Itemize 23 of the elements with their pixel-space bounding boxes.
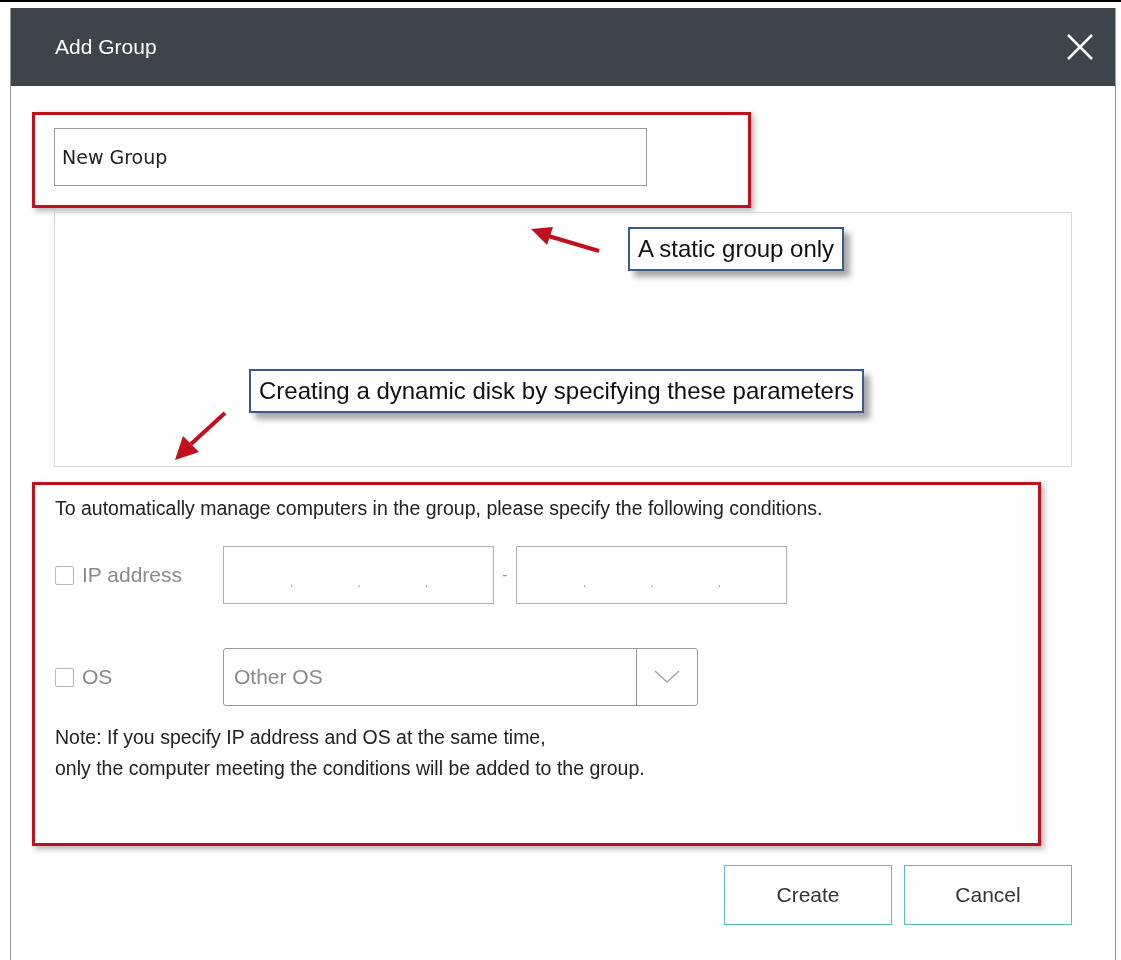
callout-note: Creating a dynamic disk by specifying these parameters (249, 369, 864, 413)
close-icon (1065, 32, 1095, 62)
octet-separator: . (290, 577, 294, 589)
cancel-button[interactable]: Cancel (904, 865, 1072, 925)
octet-separator: . (424, 577, 429, 589)
octet-separator: . (717, 577, 722, 589)
octet-separator: . (357, 577, 361, 589)
octet-separator: . (583, 577, 587, 589)
octet-separator: . (650, 577, 654, 589)
range-separator: - (501, 566, 509, 584)
note-text: Note: If you specify IP address and OS at the same time, (55, 725, 547, 750)
chevron-down-icon (654, 670, 680, 684)
window-title: Add Group (55, 35, 157, 59)
arrow-icon (529, 225, 601, 255)
create-button[interactable]: Create (724, 865, 892, 925)
dropdown-value: Other OS (233, 664, 324, 690)
note-text: only the computer meeting the conditions will be added to the group. (55, 756, 646, 781)
group-name-field[interactable]: New Group (54, 128, 647, 186)
checkbox-label: IP address (82, 563, 182, 587)
checkbox-label: OS (82, 665, 113, 689)
arrow-icon (173, 410, 229, 462)
callout-note: A static group only (628, 227, 845, 271)
instruction-text: To automatically manage computers in the group, please specify the following conditions. (55, 497, 824, 520)
